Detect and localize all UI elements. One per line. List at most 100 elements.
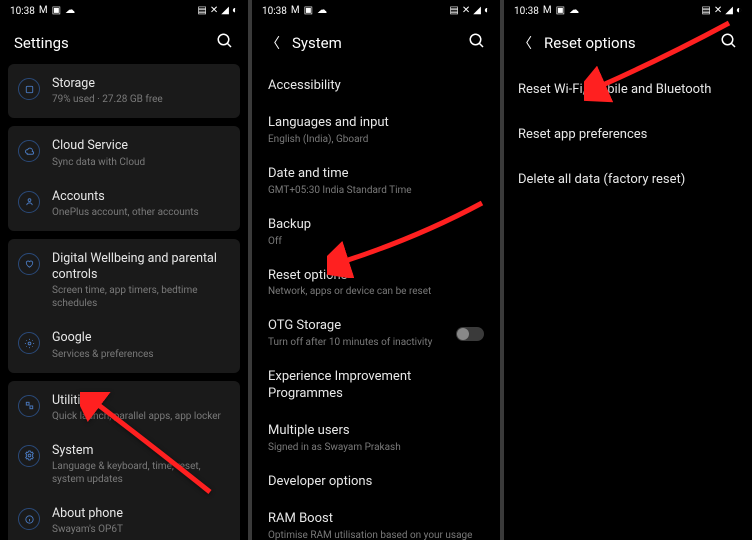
row-accessibility[interactable]: Accessibility [256,68,496,105]
row-title: Google [52,330,230,346]
row-title: System [52,443,230,459]
row-title: Multiple users [268,423,484,440]
page-title: Settings [14,34,69,52]
row-sub: Optimise RAM utilisation based on your u… [268,529,484,540]
search-icon[interactable] [216,32,234,54]
mute-icon: ✕ [210,6,218,16]
cast-icon: ▤ [701,6,710,16]
row-title: Languages and input [268,115,484,132]
header: Settings [0,20,248,64]
phone-system: 10:38 M ▣ ☁ ▤ ✕ ◢ ◐ 〈 System Accessibili… [252,0,500,540]
row-sub: Quick launch, parallel apps, app locker [52,410,230,423]
row-developer[interactable]: Developer options [256,464,496,501]
loading-icon: ◐ [484,6,490,16]
row-cloud[interactable]: Cloud Service Sync data with Cloud [8,128,240,178]
m-icon: M [291,6,300,16]
row-ram-boost[interactable]: RAM Boost Optimise RAM utilisation based… [256,501,496,540]
row-otg[interactable]: OTG Storage Turn off after 10 minutes of… [256,308,496,359]
row-sub: Language & keyboard, time, reset, system… [52,460,230,486]
storage-icon [18,78,40,100]
row-factory-reset[interactable]: Delete all data (factory reset) [508,158,748,203]
row-storage[interactable]: Storage 79% used · 27.28 GB free [8,66,240,116]
loading-icon: ◐ [232,6,238,16]
row-datetime[interactable]: Date and time GMT+05:30 India Standard T… [256,156,496,207]
accounts-icon [18,191,40,213]
row-title: Delete all data (factory reset) [518,172,738,189]
card-storage: Storage 79% used · 27.28 GB free [8,64,240,118]
image-icon: ▣ [304,6,313,16]
search-icon[interactable] [720,32,738,54]
wellbeing-icon [18,253,40,275]
row-sub: English (India), Gboard [268,133,484,146]
row-title: Backup [268,217,484,234]
row-sub: Signed in as Swayam Prakash [268,441,484,454]
cloud-icon [18,140,40,162]
status-time: 10:38 [262,6,287,17]
phone-settings: 10:38 M ▣ ☁ ▤ ✕ ◢ ◐ Settings Storage 79%… [0,0,248,540]
row-title: Utilities [52,393,230,409]
row-about[interactable]: About phone Swayam's OP6T [8,496,240,540]
row-system[interactable]: System Language & keyboard, time, reset,… [8,433,240,496]
back-icon[interactable]: 〈 [266,33,280,53]
row-reset-app-prefs[interactable]: Reset app preferences [508,113,748,158]
row-reset-wifi[interactable]: Reset Wi-Fi, mobile and Bluetooth [508,68,748,113]
row-title: Digital Wellbeing and parental controls [52,251,230,284]
status-bar: 10:38 M ▣ ☁ ▤ ✕ ◢ ◐ [252,0,500,20]
row-title: Cloud Service [52,138,230,154]
row-reset-options[interactable]: Reset options Network, apps or device ca… [256,258,496,309]
row-title: RAM Boost [268,511,484,528]
cloud-icon: ☁ [317,6,327,16]
signal-icon: ◢ [725,6,733,16]
search-icon[interactable] [468,32,486,54]
cast-icon: ▤ [449,6,458,16]
google-icon [18,332,40,354]
row-title: OTG Storage [268,318,432,335]
row-title: Storage [52,76,230,92]
mute-icon: ✕ [714,6,722,16]
row-title: Developer options [268,474,484,491]
utilities-icon [18,395,40,417]
row-users[interactable]: Multiple users Signed in as Swayam Praka… [256,413,496,464]
m-icon: M [543,6,552,16]
status-time: 10:38 [10,6,35,17]
row-sub: Off [268,235,484,248]
row-accounts[interactable]: Accounts OnePlus account, other accounts [8,179,240,229]
row-sub: OnePlus account, other accounts [52,206,230,219]
mute-icon: ✕ [462,6,470,16]
signal-icon: ◢ [221,6,229,16]
row-sub: Services & preferences [52,348,230,361]
header: 〈 System [252,20,500,64]
row-title: Accounts [52,189,230,205]
cloud-icon: ☁ [569,6,579,16]
row-title: Reset Wi-Fi, mobile and Bluetooth [518,82,738,99]
row-experience[interactable]: Experience Improvement Programmes [256,359,496,413]
cast-icon: ▤ [197,6,206,16]
row-sub: Network, apps or device can be reset [268,285,484,298]
otg-toggle[interactable] [456,327,484,341]
row-title: Reset app preferences [518,127,738,144]
card-accounts: Cloud Service Sync data with Cloud Accou… [8,126,240,231]
row-title: Reset options [268,268,484,285]
about-icon [18,508,40,530]
status-time: 10:38 [514,6,539,17]
row-sub: 79% used · 27.28 GB free [52,93,230,106]
image-icon: ▣ [52,6,61,16]
status-bar: 10:38 M ▣ ☁ ▤ ✕ ◢ ◐ [504,0,752,20]
image-icon: ▣ [556,6,565,16]
page-title: System [292,34,342,52]
row-languages[interactable]: Languages and input English (India), Gbo… [256,105,496,156]
row-sub: Screen time, app timers, bedtime schedul… [52,284,230,310]
system-icon [18,445,40,467]
row-utilities[interactable]: Utilities Quick launch, parallel apps, a… [8,383,240,433]
header: 〈 Reset options [504,20,752,64]
row-sub: Turn off after 10 minutes of inactivity [268,336,432,349]
row-backup[interactable]: Backup Off [256,207,496,258]
card-wellbeing: Digital Wellbeing and parental controls … [8,239,240,373]
row-wellbeing[interactable]: Digital Wellbeing and parental controls … [8,241,240,321]
row-google[interactable]: Google Services & preferences [8,320,240,370]
row-sub: GMT+05:30 India Standard Time [268,184,484,197]
loading-icon: ◐ [736,6,742,16]
row-sub: Swayam's OP6T [52,523,230,536]
back-icon[interactable]: 〈 [518,33,532,53]
m-icon: M [39,6,48,16]
